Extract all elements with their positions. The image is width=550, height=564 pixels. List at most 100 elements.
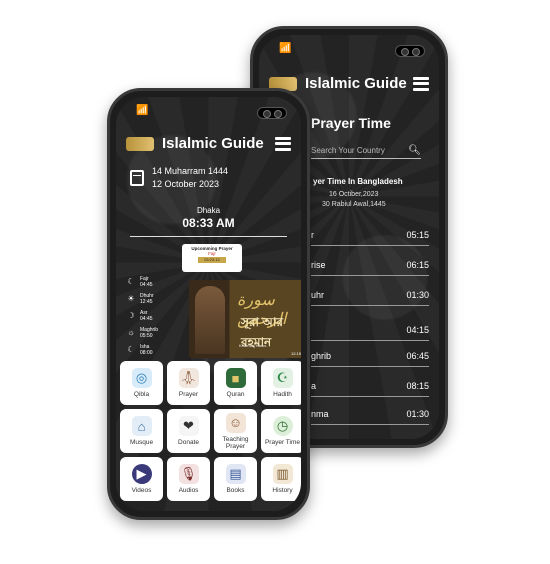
prayer-item: ☀ Dhuhr 12:45 (126, 290, 180, 307)
donate-icon: ❤ (178, 416, 199, 436)
tile-label: Books (226, 487, 245, 494)
compass-icon: ◎ (131, 368, 152, 388)
prayer-name: Maghrib (140, 326, 159, 333)
clock-icon: ◷ (272, 416, 293, 436)
prayer-name: nma (311, 409, 329, 419)
prayer-row: ghrib 06:45 (311, 351, 429, 367)
prayer-name: uhr (311, 290, 325, 300)
prayer-time-subtitle: yer Time In Bangladesh (313, 177, 403, 186)
menu-icon[interactable] (275, 136, 291, 151)
prayer-row: rise 06:15 (311, 260, 429, 276)
prayer-name: ghrib (311, 351, 332, 361)
tile-label: Audios (178, 487, 199, 494)
tile-prayer[interactable]: 🙏︎ Prayer (167, 361, 210, 405)
search-icon[interactable]: 🔍︎ (408, 145, 421, 156)
history-icon: ▥ (272, 464, 293, 484)
front-screen: 📶 Islalmic Guide 14 Muharram 1444 12 Oct… (116, 97, 301, 511)
upcoming-prayer-card[interactable]: Upcomming Prayer Fajr 03:23:12 (182, 244, 242, 272)
gregorian-date: 12 October 2023 (152, 179, 220, 189)
tile-prayer-time[interactable]: ◷ Prayer Time (261, 409, 301, 453)
tile-donate[interactable]: ❤ Donate (167, 409, 210, 453)
upcoming-label: Upcomming Prayer (191, 246, 233, 251)
app-logo (126, 136, 154, 151)
tile-label: History (272, 487, 293, 494)
crescent-icon: ☽ (127, 311, 135, 320)
tile-label: Videos (131, 487, 152, 494)
camera-icon (395, 45, 425, 57)
prayer-row: nma 01:30 (311, 409, 429, 425)
tile-history[interactable]: ▥ History (261, 457, 301, 501)
tile-musque[interactable]: ⌂ Musque (120, 409, 163, 453)
current-time: 08:33 AM (182, 216, 235, 230)
tile-label: Musque (129, 439, 154, 446)
video-brand: Khamsul Harus (239, 343, 267, 348)
prayer-time: 01:30 (406, 409, 429, 419)
video-thumbnail-figure (195, 286, 225, 354)
divider (130, 236, 287, 237)
prayer-item: ☾ Isha 08:00 (126, 341, 180, 358)
prayer-item: ☽ Asr 04:45 (126, 307, 180, 324)
prayer-time: 08:00 (140, 349, 153, 356)
books-icon: ▤ (225, 464, 246, 484)
prayer-time: 04:45 (140, 281, 153, 288)
tile-qibla[interactable]: ◎ Qibla (120, 361, 163, 405)
prayer-time: 06:15 (406, 260, 429, 270)
sunset-icon: ☼ (127, 328, 135, 337)
microphone-icon: 🎙︎ (178, 464, 199, 484)
prayer-time: 05:15 (406, 230, 429, 240)
stage: 📶 Islalmic Guide Prayer Time Search Your… (0, 0, 550, 564)
tile-quran[interactable]: ■ Quran (214, 361, 257, 405)
prayer-name: Dhuhr (140, 292, 154, 299)
prayer-time-title: Prayer Time (311, 115, 391, 131)
teaching-icon: ☺ (225, 412, 246, 433)
prayer-name: a (311, 381, 317, 391)
upcoming-prayer-name: Fajr (208, 251, 216, 256)
tile-label: Teaching Prayer (222, 435, 249, 450)
prayer-row: 04:15 (311, 325, 429, 341)
play-icon: ▶ (131, 464, 152, 484)
tile-audios[interactable]: 🎙︎ Audios (167, 457, 210, 501)
tile-label: Qibla (133, 391, 150, 398)
moon-icon: ☾ (127, 345, 135, 354)
crescent-icon: ☾ (127, 277, 135, 286)
gregorian-date: 16 Octiber,2023 (329, 191, 379, 198)
app-title: Islalmic Guide (162, 135, 264, 152)
calendar-icon (130, 170, 144, 186)
mosque-icon: ⌂ (131, 416, 152, 436)
sun-icon: ☀ (127, 294, 135, 303)
tile-teaching-prayer[interactable]: ☺ Teaching Prayer (214, 409, 257, 453)
tile-label: Hadith (273, 391, 292, 398)
prayer-row: r 05:15 (311, 230, 429, 246)
wifi-icon: 📶 (136, 105, 149, 116)
video-duration: 12:15 (290, 351, 301, 356)
front-header: Islalmic Guide (116, 135, 301, 152)
tile-hadith[interactable]: ☪ Hadith (261, 361, 301, 405)
prayer-time: 05:50 (140, 332, 153, 339)
prayer-time: 08:15 (406, 381, 429, 391)
search-placeholder: Search Your Country (311, 146, 385, 155)
tile-videos[interactable]: ▶ Videos (120, 457, 163, 501)
hadith-icon: ☪ (272, 368, 293, 388)
date-block: 14 Muharram 1444 12 October 2023 (130, 165, 228, 191)
tile-label: Prayer (178, 391, 199, 398)
prayer-time: 12:45 (140, 298, 153, 305)
country-search-input[interactable]: Search Your Country 🔍︎ (311, 143, 421, 159)
menu-icon[interactable] (413, 76, 429, 91)
front-phone: 📶 Islalmic Guide 14 Muharram 1444 12 Oct… (107, 88, 310, 520)
prayer-list: ☾ Fajr 04:45 ☀ Dhuhr 12:45 ☽ Asr 04:45 ☼ Ma… (126, 273, 180, 358)
book-icon: ■ (225, 368, 246, 388)
prayer-time: 01:30 (406, 290, 429, 300)
city-name: Dhaka (196, 206, 221, 215)
tile-label: Quran (226, 391, 245, 398)
tile-label: Prayer Time (264, 439, 301, 446)
prayer-item: ☾ Fajr 04:45 (126, 273, 180, 290)
app-title: Islalmic Guide (305, 75, 407, 92)
prayer-time: 06:45 (406, 351, 429, 361)
camera-icon (257, 107, 287, 119)
prayer-icon: 🙏︎ (178, 368, 199, 388)
featured-video-card[interactable]: سورة الرحمن সূরা আর রহমান Khamsul Harus … (189, 280, 301, 358)
tile-books[interactable]: ▤ Books (214, 457, 257, 501)
video-bengali-title: সূরা আর রহমান (241, 315, 283, 349)
prayer-time: 04:45 (140, 315, 153, 322)
wifi-icon: 📶 (279, 43, 292, 54)
